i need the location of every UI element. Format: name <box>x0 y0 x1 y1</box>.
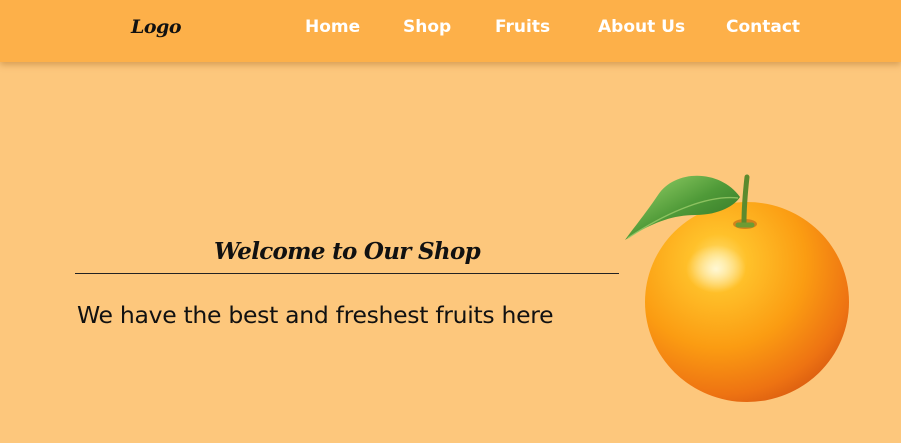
hero-divider <box>75 273 619 274</box>
orange-fruit-icon <box>625 174 849 402</box>
logo[interactable]: Logo <box>131 16 182 38</box>
orange-image <box>620 165 855 410</box>
hero-subtitle: We have the best and freshest fruits her… <box>77 301 554 329</box>
nav-link-contact[interactable]: Contact <box>726 17 800 37</box>
nav-link-home[interactable]: Home <box>305 17 360 37</box>
nav-link-fruits[interactable]: Fruits <box>495 17 550 37</box>
navbar: Logo Home Shop Fruits About Us Contact <box>0 0 901 62</box>
nav-link-about-us[interactable]: About Us <box>598 17 685 37</box>
hero-title: Welcome to Our Shop <box>214 238 481 265</box>
nav-link-shop[interactable]: Shop <box>403 17 451 37</box>
